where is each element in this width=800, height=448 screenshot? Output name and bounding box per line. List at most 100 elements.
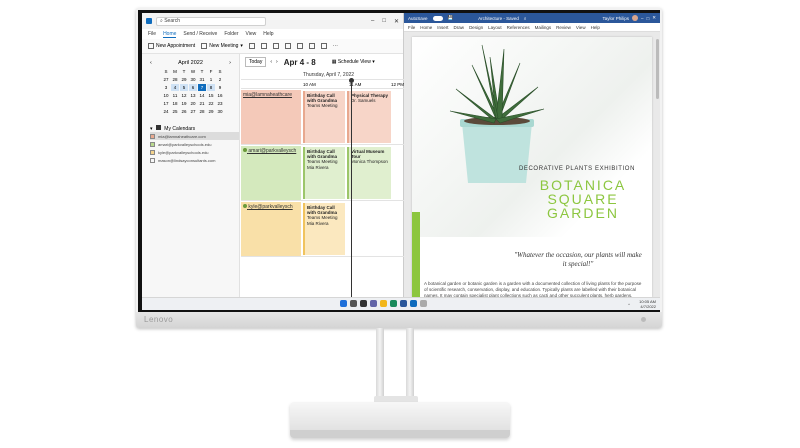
mini-cal-day[interactable]: 8 (207, 84, 215, 91)
menu-home[interactable]: Home (163, 31, 177, 38)
search-input[interactable]: ⌕ Search (156, 16, 266, 26)
mini-cal-day[interactable]: 16 (216, 92, 224, 99)
event-card[interactable]: Birthday Call with Grandma Teams Meeting… (303, 147, 345, 199)
lane-person[interactable]: mia@lamnaheathcare (241, 90, 301, 144)
group-view-icon[interactable] (308, 43, 315, 49)
calendar-item[interactable]: mason@lindsayconsultants.com (150, 156, 239, 164)
lane-person[interactable]: kyle@parkvalleysch (241, 202, 301, 256)
week-view-icon[interactable] (272, 43, 279, 49)
event-card[interactable]: Virtual Museum Tour Monica Thompson (347, 147, 391, 199)
search-icon[interactable]: ⌕ (524, 16, 527, 21)
mini-cal-day[interactable]: 20 (189, 100, 197, 107)
mini-cal-day[interactable]: 5 (180, 84, 188, 91)
new-meeting-button[interactable]: New Meeting ▾ (201, 43, 243, 49)
maximize-button[interactable]: □ (382, 18, 386, 25)
mini-cal-day[interactable]: 30 (216, 108, 224, 115)
calendar-checkbox[interactable] (150, 157, 155, 163)
mini-cal-day[interactable]: 27 (189, 108, 197, 115)
mini-cal-day[interactable]: 10 (162, 92, 170, 99)
calendar-checkbox[interactable] (150, 149, 155, 155)
new-appointment-button[interactable]: New Appointment (148, 43, 195, 49)
mini-cal-day[interactable]: 19 (180, 100, 188, 107)
outlook-icon[interactable] (410, 300, 417, 307)
mini-cal-day[interactable]: 30 (189, 76, 197, 83)
mini-cal-day[interactable]: 26 (180, 108, 188, 115)
menu-send-receive[interactable]: Send / Receive (183, 31, 217, 37)
mini-cal-day[interactable]: 24 (162, 108, 170, 115)
start-icon[interactable] (340, 300, 347, 307)
menu-view[interactable]: View (246, 31, 257, 37)
mini-cal-day[interactable]: 4 (171, 84, 179, 91)
avatar[interactable] (631, 15, 638, 21)
calendar-item[interactable]: kyle@parkvalleyschools.edu (150, 148, 239, 156)
mini-cal-day[interactable]: 6 (189, 84, 197, 91)
close-button[interactable]: ✕ (652, 15, 656, 21)
prev-week-button[interactable]: ‹ (270, 59, 272, 65)
mini-cal-day[interactable]: 7 (198, 84, 206, 91)
mini-cal-day[interactable]: 3 (162, 84, 170, 91)
calendar-checkbox[interactable] (150, 133, 155, 139)
task-view-icon[interactable] (360, 300, 367, 307)
mini-cal-day[interactable]: 15 (207, 92, 215, 99)
menu-insert[interactable]: Insert (437, 25, 448, 30)
power-button[interactable] (641, 317, 646, 322)
mini-cal-day[interactable]: 31 (198, 76, 206, 83)
mini-cal-day[interactable]: 28 (198, 108, 206, 115)
next-week-button[interactable]: › (276, 59, 278, 65)
mini-cal-day[interactable]: 27 (162, 76, 170, 83)
more-button[interactable]: ··· (333, 43, 338, 49)
file-explorer-icon[interactable] (380, 300, 387, 307)
mini-cal-day[interactable]: 18 (171, 100, 179, 107)
tray-chevron-icon[interactable]: ^ (628, 302, 630, 307)
my-calendars-header[interactable]: ▾ My Calendars (142, 125, 239, 132)
calendar-checkbox[interactable] (150, 141, 155, 147)
mini-cal-day[interactable]: 25 (171, 108, 179, 115)
edge-icon[interactable] (390, 300, 397, 307)
mini-cal-day[interactable]: 29 (207, 108, 215, 115)
document-page[interactable]: DECORATIVE PLANTS EXHIBITION BOTANICA SQ… (412, 37, 652, 297)
schedule-view-icon[interactable] (296, 43, 303, 49)
maximize-button[interactable]: □ (647, 16, 650, 21)
teams-icon[interactable] (370, 300, 377, 307)
mini-cal-day[interactable]: 23 (216, 100, 224, 107)
menu-references[interactable]: References (507, 25, 530, 30)
menu-file[interactable]: File (148, 31, 156, 37)
event-card[interactable]: Physical Therapy Dr. Samuels (347, 91, 391, 143)
lane-person[interactable]: amari@parkvalleysch (241, 146, 301, 200)
minimize-button[interactable]: – (371, 18, 374, 25)
menu-view[interactable]: View (576, 25, 586, 30)
menu-layout[interactable]: Layout (488, 25, 502, 30)
menu-help[interactable]: Help (591, 25, 600, 30)
work-week-icon[interactable] (260, 43, 267, 49)
today-button[interactable]: Today (245, 57, 267, 67)
save-icon[interactable]: 💾 (448, 15, 454, 21)
menu-home[interactable]: Home (420, 25, 432, 30)
search-icon[interactable] (350, 300, 357, 307)
share-calendar-icon[interactable] (320, 43, 327, 49)
mini-cal-day[interactable]: 14 (198, 92, 206, 99)
event-card[interactable]: Birthday Call with Grandma Teams Meeting… (303, 203, 345, 255)
menu-help[interactable]: Help (263, 31, 273, 37)
menu-review[interactable]: Review (556, 25, 571, 30)
close-button[interactable]: ✕ (394, 18, 399, 25)
mini-cal-day[interactable]: 13 (189, 92, 197, 99)
autosave-toggle[interactable] (432, 15, 443, 21)
mini-cal-day[interactable]: 12 (180, 92, 188, 99)
minimize-button[interactable]: – (641, 16, 644, 21)
mini-cal-day[interactable]: 11 (171, 92, 179, 99)
month-view-icon[interactable] (284, 43, 291, 49)
user-area[interactable]: Taylor Philips – □ ✕ (602, 15, 656, 21)
schedule-view-dropdown[interactable]: ▦ Schedule View ▾ (332, 59, 375, 65)
day-view-icon[interactable] (248, 43, 255, 49)
word-icon[interactable] (400, 300, 407, 307)
mini-cal-next-button[interactable]: › (229, 60, 231, 66)
menu-folder[interactable]: Folder (224, 31, 238, 37)
mini-cal-day[interactable]: 21 (198, 100, 206, 107)
menu-mailings[interactable]: Mailings (535, 25, 552, 30)
mini-cal-day[interactable]: 17 (162, 100, 170, 107)
taskbar-clock[interactable]: 10:05 AM 4/7/2022 (639, 299, 656, 309)
mini-cal-prev-button[interactable]: ‹ (150, 60, 152, 66)
mini-cal-day[interactable]: 2 (216, 76, 224, 83)
store-icon[interactable] (420, 300, 427, 307)
menu-design[interactable]: Design (469, 25, 483, 30)
